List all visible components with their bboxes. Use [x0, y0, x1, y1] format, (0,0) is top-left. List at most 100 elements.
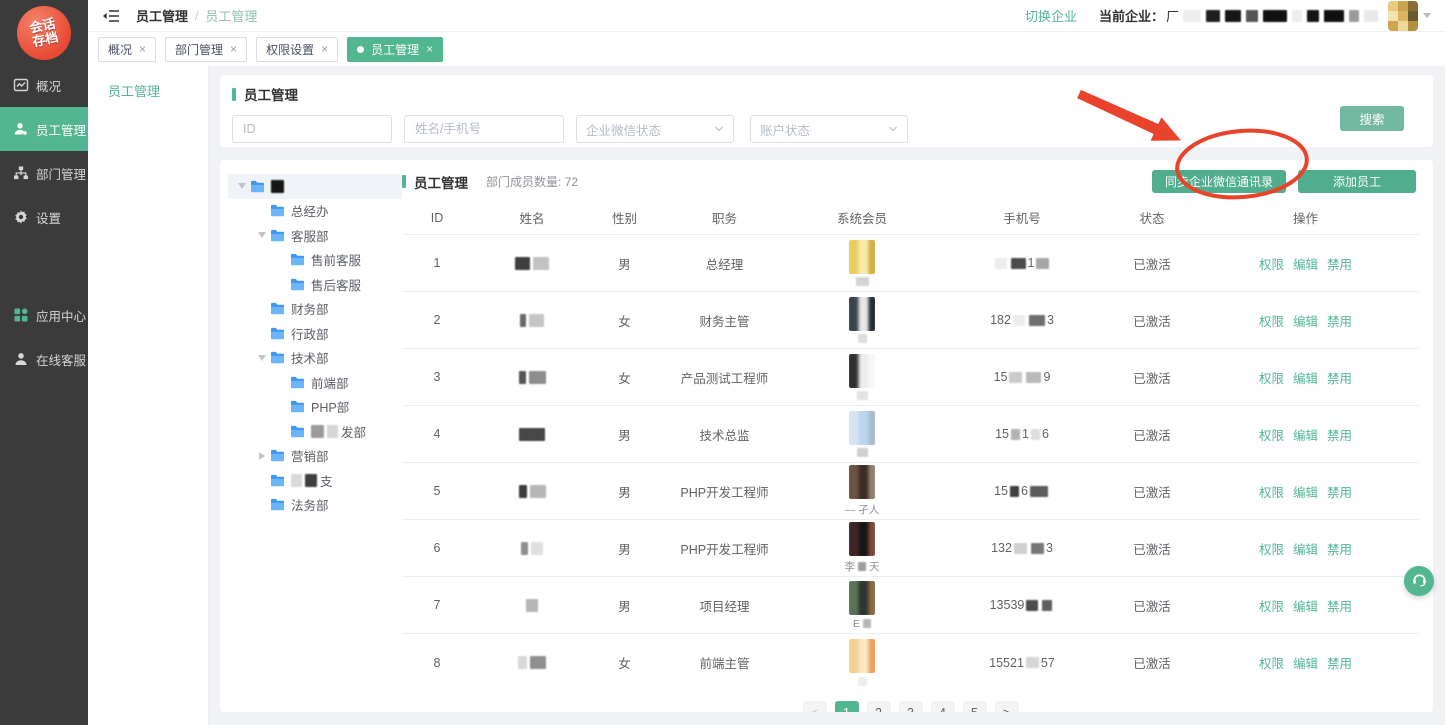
permission-link[interactable]: 权限 — [1259, 596, 1284, 615]
close-icon[interactable]: × — [426, 42, 433, 56]
edit-link[interactable]: 编辑 — [1293, 254, 1318, 273]
tree-node-售后客服[interactable]: 售后客服 — [228, 272, 402, 297]
tree-node-发部[interactable]: 发部 — [228, 419, 402, 444]
add-employee-button[interactable]: 添加员工 — [1298, 170, 1416, 193]
permission-link[interactable]: 权限 — [1259, 425, 1284, 444]
wechat-status-select[interactable]: 企业微信状态 — [576, 115, 734, 143]
tree-node-前端部[interactable]: 前端部 — [228, 370, 402, 395]
disable-link[interactable]: 禁用 — [1327, 311, 1352, 330]
redacted-block — [858, 334, 867, 343]
pagination-page-5[interactable]: 5 — [963, 701, 987, 712]
redacted-block — [311, 425, 324, 438]
pagination-next-button[interactable]: > — [995, 701, 1019, 712]
sidebar-item-overview[interactable]: 概况 — [0, 63, 88, 107]
disable-link[interactable]: 禁用 — [1327, 254, 1352, 273]
column-header: 系统会员 — [792, 208, 932, 227]
tree-node-技术部[interactable]: 技术部 — [228, 346, 402, 371]
pagination-page-4[interactable]: 4 — [931, 701, 955, 712]
member-avatar — [849, 639, 875, 673]
tree-node-总经办[interactable]: 总经办 — [228, 199, 402, 224]
user-menu-caret-icon[interactable] — [1423, 13, 1431, 18]
disable-link[interactable]: 禁用 — [1327, 653, 1352, 672]
partial-text: 6 — [1021, 484, 1028, 498]
tree-node-支[interactable]: 支 — [228, 468, 402, 493]
expand-arrow-icon[interactable] — [236, 183, 248, 189]
disable-link[interactable]: 禁用 — [1327, 482, 1352, 501]
member-caption: — 孑人 — [845, 502, 879, 517]
tree-node-营销部[interactable]: 营销部 — [228, 444, 402, 469]
tree-node[interactable] — [228, 174, 402, 199]
edit-link[interactable]: 编辑 — [1293, 311, 1318, 330]
cell-phone: 156 — [932, 484, 1112, 498]
redacted-block — [518, 656, 527, 669]
tree-node-行政部[interactable]: 行政部 — [228, 321, 402, 346]
tree-node-售前客服[interactable]: 售前客服 — [228, 248, 402, 273]
current-company-label: 当前企业： — [1099, 6, 1164, 25]
edit-link[interactable]: 编辑 — [1293, 596, 1318, 615]
sidebar-item-dept[interactable]: 部门管理 — [0, 151, 88, 195]
edit-link[interactable]: 编辑 — [1293, 425, 1318, 444]
permission-link[interactable]: 权限 — [1259, 653, 1284, 672]
permission-link[interactable]: 权限 — [1259, 254, 1284, 273]
user-avatar[interactable] — [1388, 1, 1418, 31]
redacted-block — [1011, 429, 1020, 440]
permission-link[interactable]: 权限 — [1259, 368, 1284, 387]
tree-node-法务部[interactable]: 法务部 — [228, 493, 402, 518]
pagination-page-2[interactable]: 2 — [867, 701, 891, 712]
tab-permission[interactable]: 权限设置 × — [256, 37, 338, 62]
pagination-prev-button[interactable]: < — [803, 701, 827, 712]
permission-link[interactable]: 权限 — [1259, 482, 1284, 501]
close-icon[interactable]: × — [230, 42, 237, 56]
tree-node-财务部[interactable]: 财务部 — [228, 297, 402, 322]
subnav-item-staff[interactable]: 员工管理 — [88, 66, 208, 100]
menu-fold-icon[interactable] — [102, 9, 120, 23]
account-status-select[interactable]: 账户状态 — [750, 115, 908, 143]
close-icon[interactable]: × — [139, 42, 146, 56]
sync-wechat-contacts-button[interactable]: 同步企业微信通讯录 — [1152, 170, 1286, 193]
permission-link[interactable]: 权限 — [1259, 539, 1284, 558]
breadcrumb-level-1[interactable]: 员工管理 — [136, 6, 188, 25]
tab-staff[interactable]: 员工管理× — [347, 37, 443, 62]
search-button[interactable]: 搜索 — [1340, 106, 1404, 131]
expand-arrow-icon[interactable] — [256, 355, 268, 361]
member-caption — [856, 277, 869, 287]
tab-label: 权限设置 — [266, 41, 314, 58]
edit-link[interactable]: 编辑 — [1293, 539, 1318, 558]
cell-gender: 男 — [592, 254, 657, 273]
switch-company-link[interactable]: 切换企业 — [1025, 6, 1077, 25]
cell-system-member: E — [792, 581, 932, 630]
overview-icon — [13, 77, 29, 93]
cell-gender: 男 — [592, 596, 657, 615]
edit-link[interactable]: 编辑 — [1293, 368, 1318, 387]
sidebar-item-service[interactable]: 在线客服 — [0, 337, 88, 381]
cell-actions: 权限编辑禁用 — [1192, 254, 1419, 273]
column-header: 手机号 — [932, 208, 1112, 227]
sidebar-item-staff[interactable]: 员工管理 — [0, 107, 88, 151]
disable-link[interactable]: 禁用 — [1327, 368, 1352, 387]
redacted-block — [533, 257, 549, 270]
staff-icon — [13, 121, 29, 137]
sidebar-item-settings[interactable]: 设置 — [0, 195, 88, 239]
collapse-arrow-icon[interactable] — [256, 452, 268, 460]
customer-service-button[interactable] — [1404, 566, 1434, 596]
permission-link[interactable]: 权限 — [1259, 311, 1284, 330]
edit-link[interactable]: 编辑 — [1293, 653, 1318, 672]
edit-link[interactable]: 编辑 — [1293, 482, 1318, 501]
tab-overview[interactable]: 概况× — [98, 37, 156, 62]
name-phone-input[interactable] — [404, 115, 564, 143]
expand-arrow-icon[interactable] — [256, 232, 268, 238]
cell-system-member: 李天 — [792, 522, 932, 574]
pagination-page-1[interactable]: 1 — [835, 701, 859, 712]
pagination-page-3[interactable]: 3 — [899, 701, 923, 712]
column-header: ID — [402, 211, 472, 225]
redacted-block — [1324, 10, 1344, 22]
disable-link[interactable]: 禁用 — [1327, 539, 1352, 558]
tree-node-客服部[interactable]: 客服部 — [228, 223, 402, 248]
id-input[interactable] — [232, 115, 392, 143]
disable-link[interactable]: 禁用 — [1327, 425, 1352, 444]
close-icon[interactable]: × — [321, 42, 328, 56]
tab-dept[interactable]: 部门管理× — [165, 37, 247, 62]
sidebar-item-apps[interactable]: 应用中心 — [0, 293, 88, 337]
disable-link[interactable]: 禁用 — [1327, 596, 1352, 615]
tree-node-PHP部[interactable]: PHP部 — [228, 395, 402, 420]
